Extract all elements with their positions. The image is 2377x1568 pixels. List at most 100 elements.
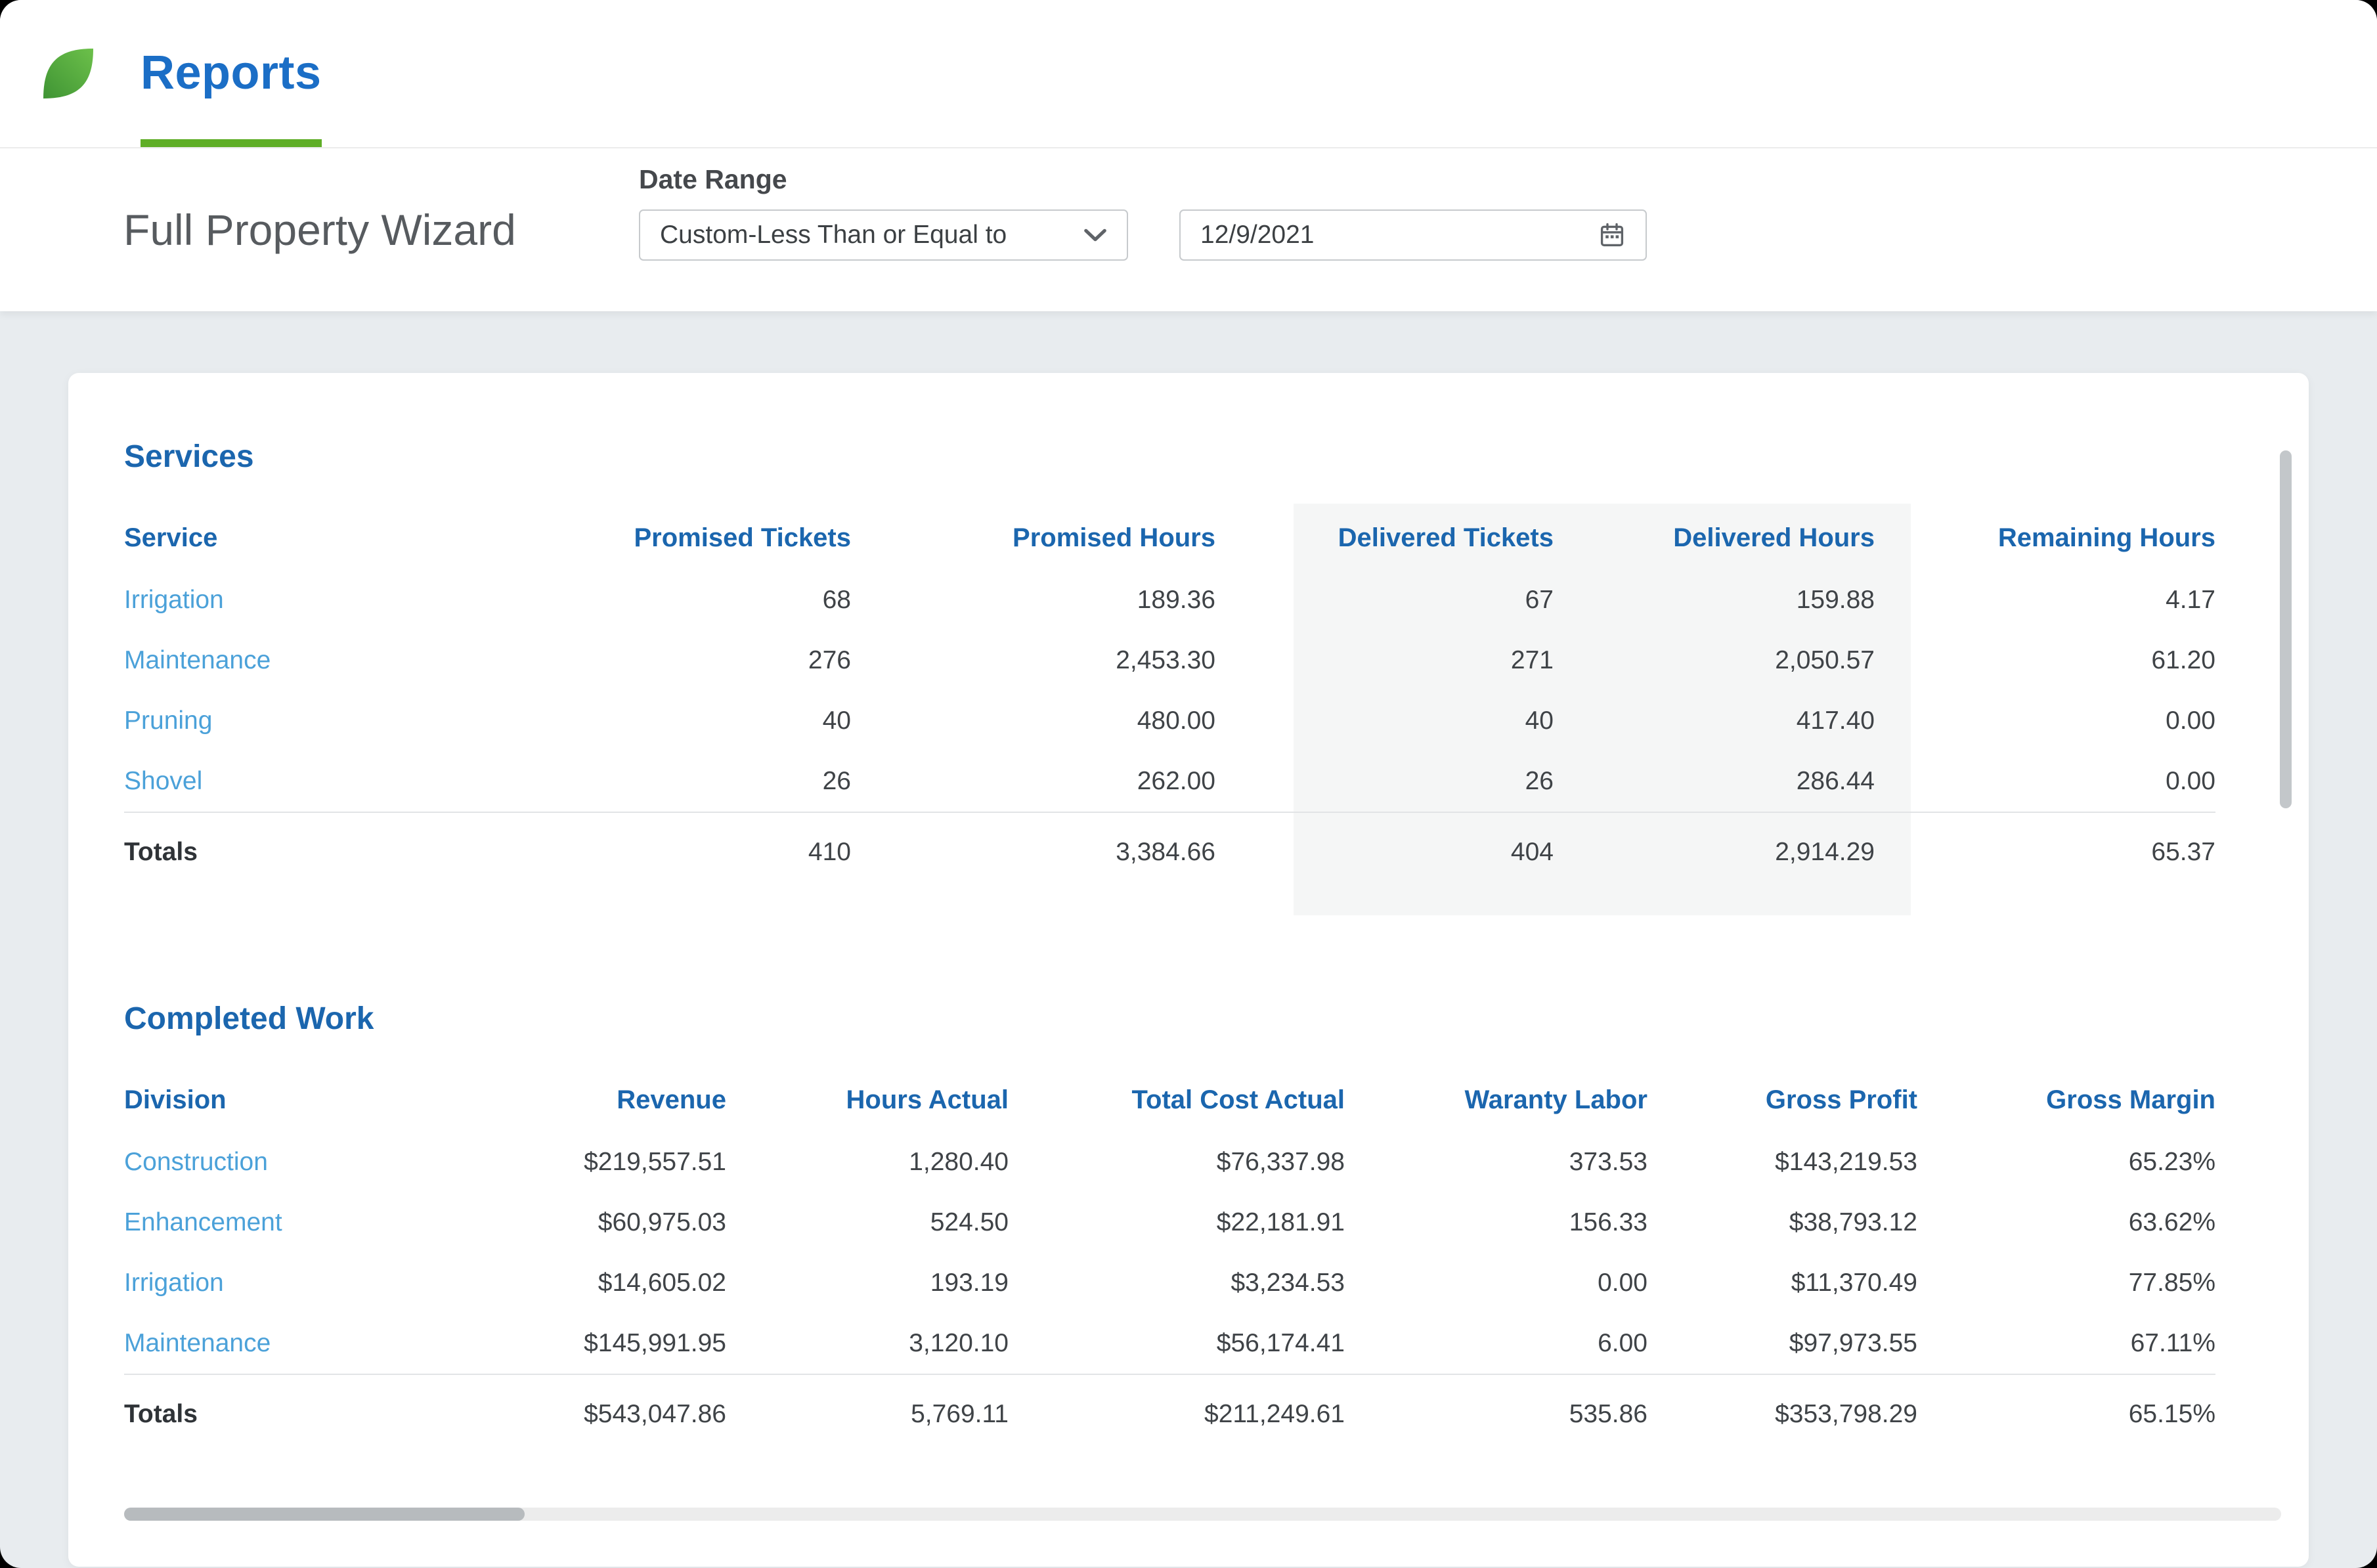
horizontal-scrollbar[interactable] — [124, 1508, 2281, 1521]
date-controls: Custom-Less Than or Equal to 12/9/2021 — [639, 209, 1647, 261]
completed-work-table-wrap: Division Revenue Hours Actual Total Cost… — [124, 1071, 2215, 1451]
cell: 61.20 — [1875, 630, 2215, 691]
date-value: 12/9/2021 — [1200, 221, 1315, 250]
cell: $22,181.91 — [1009, 1192, 1345, 1253]
cell: 3,120.10 — [726, 1313, 1009, 1374]
cell: 77.85% — [1917, 1253, 2215, 1313]
completed-work-section: Completed Work Division Revenue Hours Ac… — [124, 1001, 2215, 1451]
cell: 3,384.66 — [851, 812, 1215, 889]
cell: $38,793.12 — [1647, 1192, 1917, 1253]
column-header-service: Service — [124, 509, 494, 570]
cell: $3,234.53 — [1009, 1253, 1345, 1313]
cell: $211,249.61 — [1009, 1374, 1345, 1451]
column-header-revenue: Revenue — [433, 1071, 726, 1132]
column-header-delivered-hours: Delivered Hours — [1554, 509, 1875, 570]
cell-division: Construction — [124, 1132, 433, 1192]
column-header-hours-actual: Hours Actual — [726, 1071, 1009, 1132]
cell-service: Maintenance — [124, 630, 494, 691]
tab-reports[interactable]: Reports — [141, 0, 322, 147]
service-link[interactable]: Irrigation — [124, 586, 224, 614]
horizontal-scrollbar-thumb[interactable] — [124, 1508, 525, 1521]
cell: 1,280.40 — [726, 1132, 1009, 1192]
column-header-gross-profit: Gross Profit — [1647, 1071, 1917, 1132]
service-link[interactable]: Maintenance — [124, 646, 271, 674]
cell: 410 — [494, 812, 851, 889]
services-table-wrap: Service Promised Tickets Promised Hours … — [124, 509, 2215, 889]
table-row: Maintenance $145,991.95 3,120.10 $56,174… — [124, 1313, 2215, 1374]
chevron-down-icon — [1083, 228, 1107, 242]
cell: 535.86 — [1345, 1374, 1647, 1451]
cell: 67 — [1215, 570, 1554, 630]
column-header-division: Division — [124, 1071, 433, 1132]
cell: 26 — [1215, 751, 1554, 812]
cell-service: Shovel — [124, 751, 494, 812]
cell: $97,973.55 — [1647, 1313, 1917, 1374]
cell: 271 — [1215, 630, 1554, 691]
services-header-row: Service Promised Tickets Promised Hours … — [124, 509, 2215, 570]
column-header-remaining-hours: Remaining Hours — [1875, 509, 2215, 570]
cell: 0.00 — [1875, 691, 2215, 751]
column-header-gross-margin: Gross Margin — [1917, 1071, 2215, 1132]
completed-work-header-row: Division Revenue Hours Actual Total Cost… — [124, 1071, 2215, 1132]
cell: 2,453.30 — [851, 630, 1215, 691]
completed-work-heading: Completed Work — [124, 1001, 2215, 1037]
cell: 63.62% — [1917, 1192, 2215, 1253]
date-comparison-select[interactable]: Custom-Less Than or Equal to — [639, 209, 1128, 261]
vertical-scrollbar-thumb[interactable] — [2280, 450, 2292, 808]
date-input[interactable]: 12/9/2021 — [1179, 209, 1647, 261]
cell: 189.36 — [851, 570, 1215, 630]
division-link[interactable]: Maintenance — [124, 1329, 271, 1357]
app-logo[interactable] — [37, 42, 100, 105]
cell: 6.00 — [1345, 1313, 1647, 1374]
completed-work-table: Division Revenue Hours Actual Total Cost… — [124, 1071, 2215, 1451]
service-link[interactable]: Pruning — [124, 707, 212, 735]
column-header-total-cost-actual: Total Cost Actual — [1009, 1071, 1345, 1132]
division-link[interactable]: Irrigation — [124, 1269, 224, 1297]
cell: $143,219.53 — [1647, 1132, 1917, 1192]
cell: 65.15% — [1917, 1374, 2215, 1451]
column-header-waranty-labor: Waranty Labor — [1345, 1071, 1647, 1132]
report-name: Full Property Wizard — [123, 205, 516, 255]
cell: 0.00 — [1345, 1253, 1647, 1313]
division-link[interactable]: Enhancement — [124, 1208, 282, 1236]
cell: 2,050.57 — [1554, 630, 1875, 691]
cell: 276 — [494, 630, 851, 691]
cell-division: Enhancement — [124, 1192, 433, 1253]
cell: $76,337.98 — [1009, 1132, 1345, 1192]
date-range-label: Date Range — [639, 164, 1647, 195]
report-card: Services Service Promised Tickets P — [68, 373, 2309, 1567]
cell: 159.88 — [1554, 570, 1875, 630]
report-toolbar: Full Property Wizard Date Range Custom-L… — [0, 148, 2377, 311]
cell: 2,914.29 — [1554, 812, 1875, 889]
cell: $219,557.51 — [433, 1132, 726, 1192]
totals-row: Totals 410 3,384.66 404 2,914.29 65.37 — [124, 812, 2215, 889]
cell: 5,769.11 — [726, 1374, 1009, 1451]
cell-division: Maintenance — [124, 1313, 433, 1374]
division-link[interactable]: Construction — [124, 1148, 268, 1176]
cell: 373.53 — [1345, 1132, 1647, 1192]
cell: 0.00 — [1875, 751, 2215, 812]
cell: 26 — [494, 751, 851, 812]
cell: 40 — [494, 691, 851, 751]
calendar-icon — [1598, 221, 1626, 249]
cell: 193.19 — [726, 1253, 1009, 1313]
cell: $60,975.03 — [433, 1192, 726, 1253]
leaf-icon — [37, 42, 100, 105]
cell: $14,605.02 — [433, 1253, 726, 1313]
main-content: Services Service Promised Tickets P — [0, 311, 2377, 1568]
cell: 67.11% — [1917, 1313, 2215, 1374]
table-row: Shovel 26 262.00 26 286.44 0.00 — [124, 751, 2215, 812]
service-link[interactable]: Shovel — [124, 767, 202, 795]
cell-division: Irrigation — [124, 1253, 433, 1313]
table-row: Construction $219,557.51 1,280.40 $76,33… — [124, 1132, 2215, 1192]
table-row: Enhancement $60,975.03 524.50 $22,181.91… — [124, 1192, 2215, 1253]
table-row: Maintenance 276 2,453.30 271 2,050.57 61… — [124, 630, 2215, 691]
cell: 68 — [494, 570, 851, 630]
cell: 286.44 — [1554, 751, 1875, 812]
cell: $353,798.29 — [1647, 1374, 1917, 1451]
services-heading: Services — [124, 439, 2215, 475]
cell: 65.37 — [1875, 812, 2215, 889]
cell: $11,370.49 — [1647, 1253, 1917, 1313]
page-title: Reports — [141, 46, 322, 100]
column-header-promised-tickets: Promised Tickets — [494, 509, 851, 570]
